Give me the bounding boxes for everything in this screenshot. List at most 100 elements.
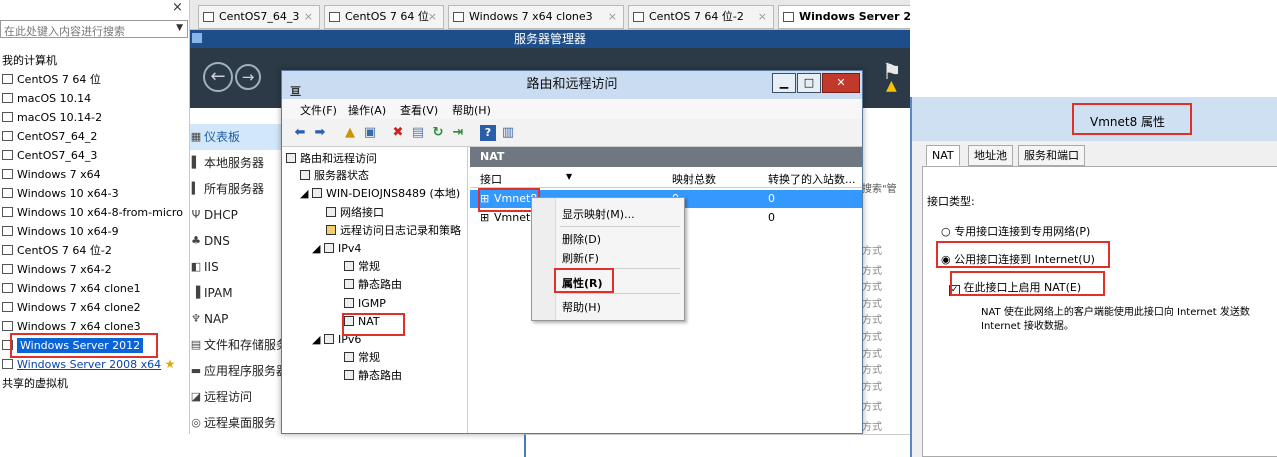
close-icon[interactable]: × [428,6,437,28]
mode-text: 方式 [862,349,882,360]
vm-item[interactable]: macOS 10.14-2 [0,108,190,127]
vm-item[interactable]: CentOS7_64_2 [0,127,190,146]
chevron-down-icon[interactable]: ◢ [300,187,312,200]
nav-local-server[interactable]: ▌ 本地服务器 [190,150,281,176]
column-header[interactable]: 转换了的入站数... [768,171,856,187]
radio-private[interactable]: ○ 专用接口连接到专用网络(P) [941,223,1090,239]
tree-ipv6-general[interactable]: 常规 [344,350,380,366]
forward-arrow-icon[interactable]: ➡ [312,125,328,141]
nav-ipam[interactable]: ▐ IPAM [190,280,281,306]
column-header[interactable]: 接口 [480,171,502,187]
tree-network-interfaces[interactable]: 网络接口 [326,205,384,221]
nav-remote-access[interactable]: ◪ 远程访问 [190,384,281,410]
protocol-icon [323,243,334,253]
tree-ipv4[interactable]: ◢ IPv4 [312,241,361,257]
menu-action[interactable]: 操作(A) [348,102,386,118]
close-icon[interactable]: × [758,6,767,28]
back-arrow-icon[interactable]: ⬅ [292,125,308,141]
close-icon[interactable]: × [608,6,617,28]
close-icon[interactable]: × [304,6,313,28]
vm-item[interactable]: Windows 7 x64 [0,165,190,184]
nav-remote-desktop[interactable]: ◎ 远程桌面服务 [190,410,281,436]
vm-item[interactable]: Windows 10 x64-8-from-micro [0,203,190,222]
menu-item-delete[interactable]: 删除(D) [562,231,601,247]
menu-view[interactable]: 查看(V) [400,102,438,118]
tree-igmp[interactable]: IGMP [344,296,386,312]
nav-dhcp[interactable]: Ψ DHCP [190,202,281,228]
chevron-down-icon[interactable]: ▼ [176,23,183,33]
mode-text: 方式 [862,246,882,257]
tree-ipv4-static-routes[interactable]: 静态路由 [344,277,402,293]
window-title: 路由和远程访问 [526,77,618,92]
menu-file[interactable]: 文件(F) [300,102,337,118]
vm-item[interactable]: CentOS7_64_3 [0,146,190,165]
console-icon[interactable]: ▥ [500,125,516,141]
tab-vm[interactable]: CentOS 7 64 位-2 × [628,5,774,29]
tree-remote-log[interactable]: 远程访问日志记录和策略 [326,223,461,239]
tab-services-ports[interactable]: 服务和端口 [1018,145,1085,166]
vm-item[interactable]: macOS 10.14 [0,89,190,108]
folder-icon [326,225,336,235]
nav-dashboard[interactable]: ▦ 仪表板 [190,124,281,150]
vm-icon [203,12,214,22]
menu-item-help[interactable]: 帮助(H) [562,299,601,315]
vm-icon [633,12,644,22]
help-icon[interactable]: ? [480,125,496,141]
nav-iis[interactable]: ◧ IIS [190,254,281,280]
row-inbound: 0 [768,192,775,205]
vm-item[interactable]: CentOS 7 64 位-2 [0,241,190,260]
menu-help[interactable]: 帮助(H) [452,102,491,118]
refresh-icon[interactable]: ↻ [430,125,446,141]
highlight-box [936,241,1110,268]
close-icon[interactable]: × [172,0,183,15]
menu-item-refresh[interactable]: 刷新(F) [562,250,599,266]
minimize-button[interactable]: ▁ [772,73,796,93]
nav-dns[interactable]: ♣ DNS [190,228,281,254]
sort-arrow-icon: ▼ [566,172,573,181]
nav-app-server[interactable]: ▬ 应用程序服务器 [190,358,288,384]
forward-arrow-icon[interactable]: → [235,64,261,90]
vm-item[interactable]: CentOS 7 64 位 [0,70,190,89]
tree-root-my-computer[interactable]: 我的计算机 [0,51,190,70]
delete-icon[interactable]: ✖ [390,125,406,141]
server-manager-sidebar: ▦ 仪表板 ▌ 本地服务器 ▍ 所有服务器 Ψ DHCP ♣ DNS ◧ IIS ▐ IPAM… [190,108,288,436]
tab-address-pool[interactable]: 地址池 [968,145,1013,166]
library-search-input[interactable]: 在此处键入内容进行搜索 ▼ [0,20,188,38]
general-icon [344,261,354,271]
tree-ipv6-static-routes[interactable]: 静态路由 [344,368,402,384]
chevron-down-icon[interactable]: ◢ [312,242,324,255]
menu-item-show-mappings[interactable]: 显示映射(M)... [562,206,635,222]
tree-server[interactable]: ◢ WIN-DEIOJNS8489 (本地) [300,186,460,202]
interface-type-label: 接口类型: [927,195,975,208]
column-header[interactable]: 映射总数 [672,171,716,187]
nav-all-servers[interactable]: ▍ 所有服务器 [190,176,281,202]
vm-icon [2,207,13,217]
nav-nap[interactable]: ♆ NAP [190,306,281,332]
vm-item[interactable]: Windows 10 x64-3 [0,184,190,203]
chevron-down-icon[interactable]: ◢ [312,333,324,346]
vm-icon [2,93,13,103]
vm-item[interactable]: Windows 10 x64-9 [0,222,190,241]
servers-icon: ▍ [191,182,201,195]
up-folder-icon[interactable]: ▲ [342,125,358,141]
back-arrow-icon[interactable]: ← [203,62,233,92]
properties-icon[interactable]: ▤ [410,125,426,141]
nav-file-storage[interactable]: ▤ 文件和存储服务 [190,332,288,358]
tab-vm[interactable]: CentOS7_64_3 × [198,5,320,29]
vm-item[interactable]: Windows 7 x64-2 [0,260,190,279]
tree-ipv4-general[interactable]: 常规 [344,259,380,275]
show-hide-tree-icon[interactable]: ▣ [362,125,378,141]
tab-vm-active[interactable]: Windows Server 2012 [778,5,910,29]
export-icon[interactable]: ⇥ [450,125,466,141]
close-button[interactable]: ✕ [822,73,860,93]
maximize-button[interactable]: □ [797,73,821,93]
tab-nat[interactable]: NAT [926,145,960,166]
tree-server-status[interactable]: 服务器状态 [300,168,369,184]
vm-item[interactable]: Windows 7 x64 clone1 [0,279,190,298]
tab-vm[interactable]: Windows 7 x64 clone3 × [448,5,624,29]
tab-vm[interactable]: CentOS 7 64 位 × [324,5,444,29]
star-icon: ★ [164,357,176,371]
tree-shared-vms[interactable]: 共享的虚拟机 [0,374,190,393]
vm-item[interactable]: Windows 7 x64 clone2 [0,298,190,317]
tree-root[interactable]: 路由和远程访问 [286,151,377,167]
